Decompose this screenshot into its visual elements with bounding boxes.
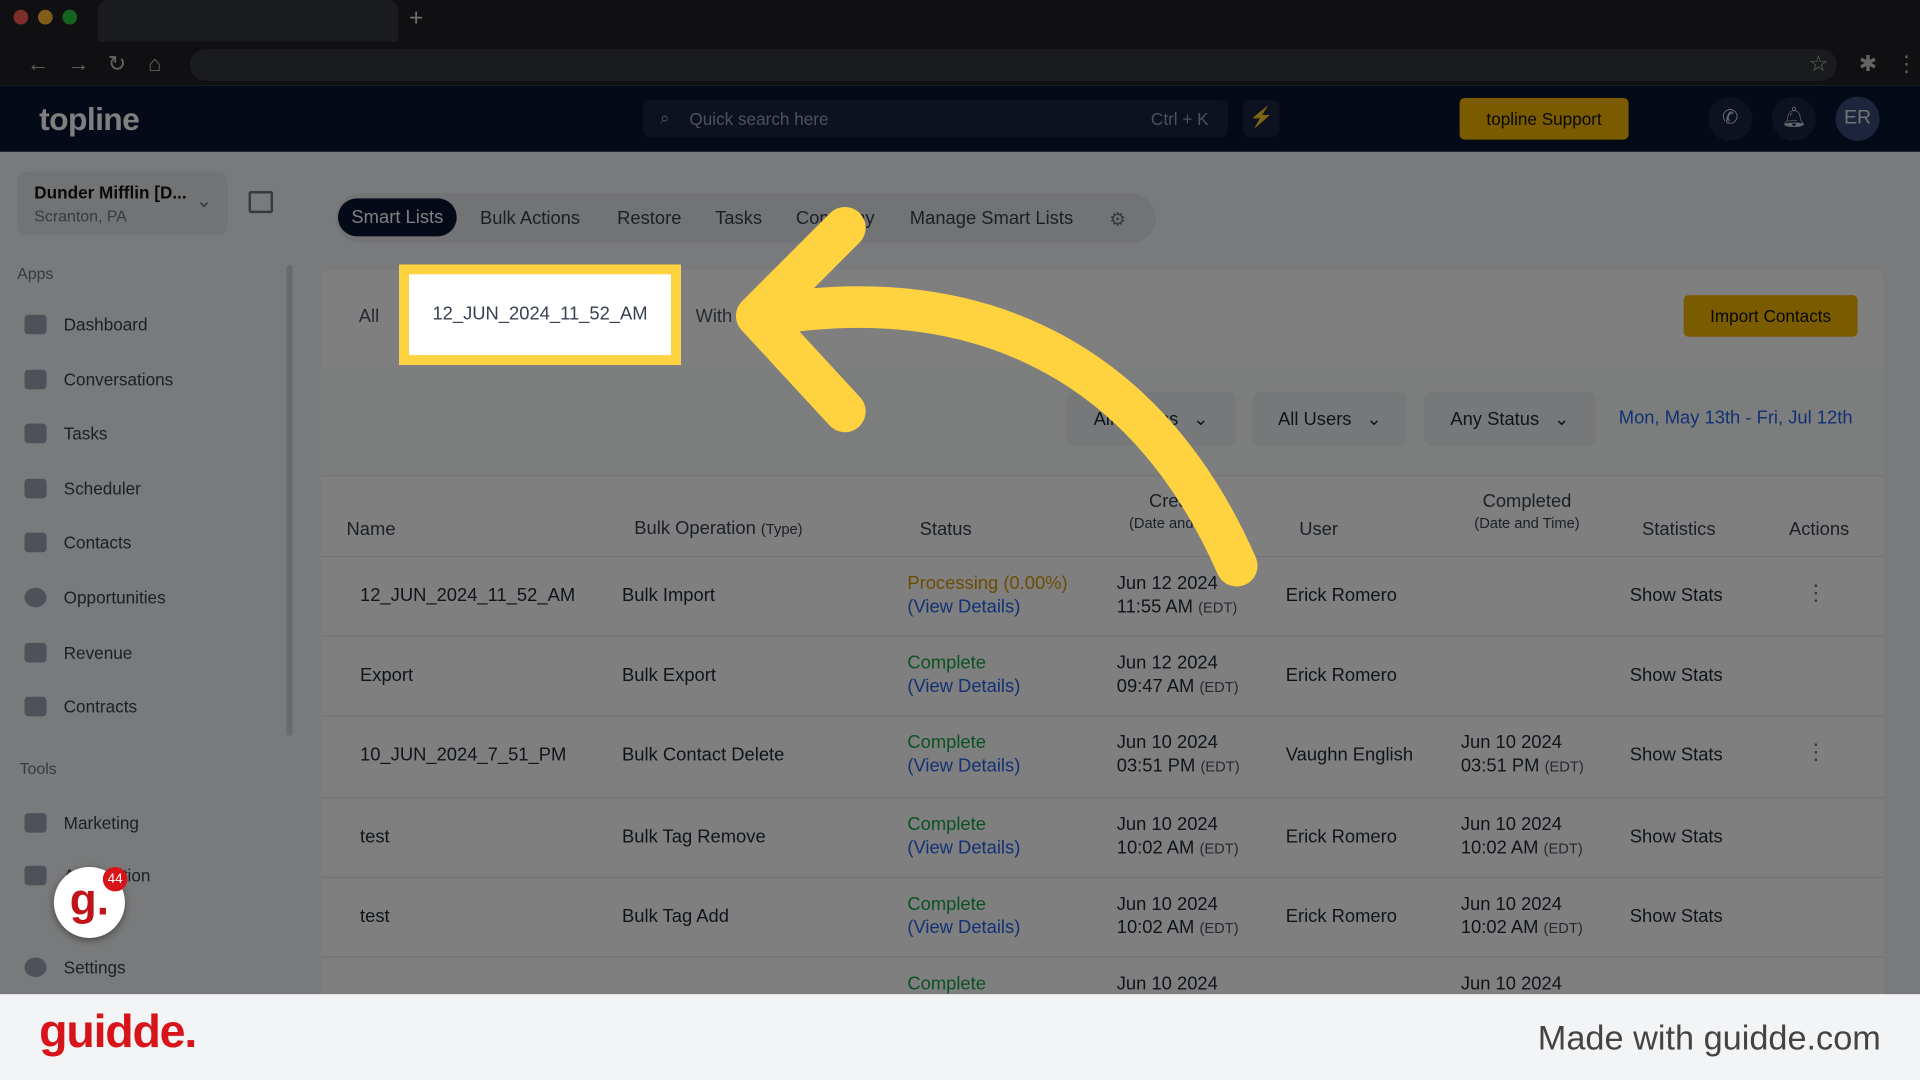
- made-with-text: Made with guidde.com: [1537, 1018, 1881, 1057]
- badge-count: 44: [102, 866, 128, 892]
- arrow-annotation: [735, 206, 1258, 587]
- guidde-logo: guidde.: [39, 1006, 197, 1058]
- arrow-shaft: [740, 286, 1258, 587]
